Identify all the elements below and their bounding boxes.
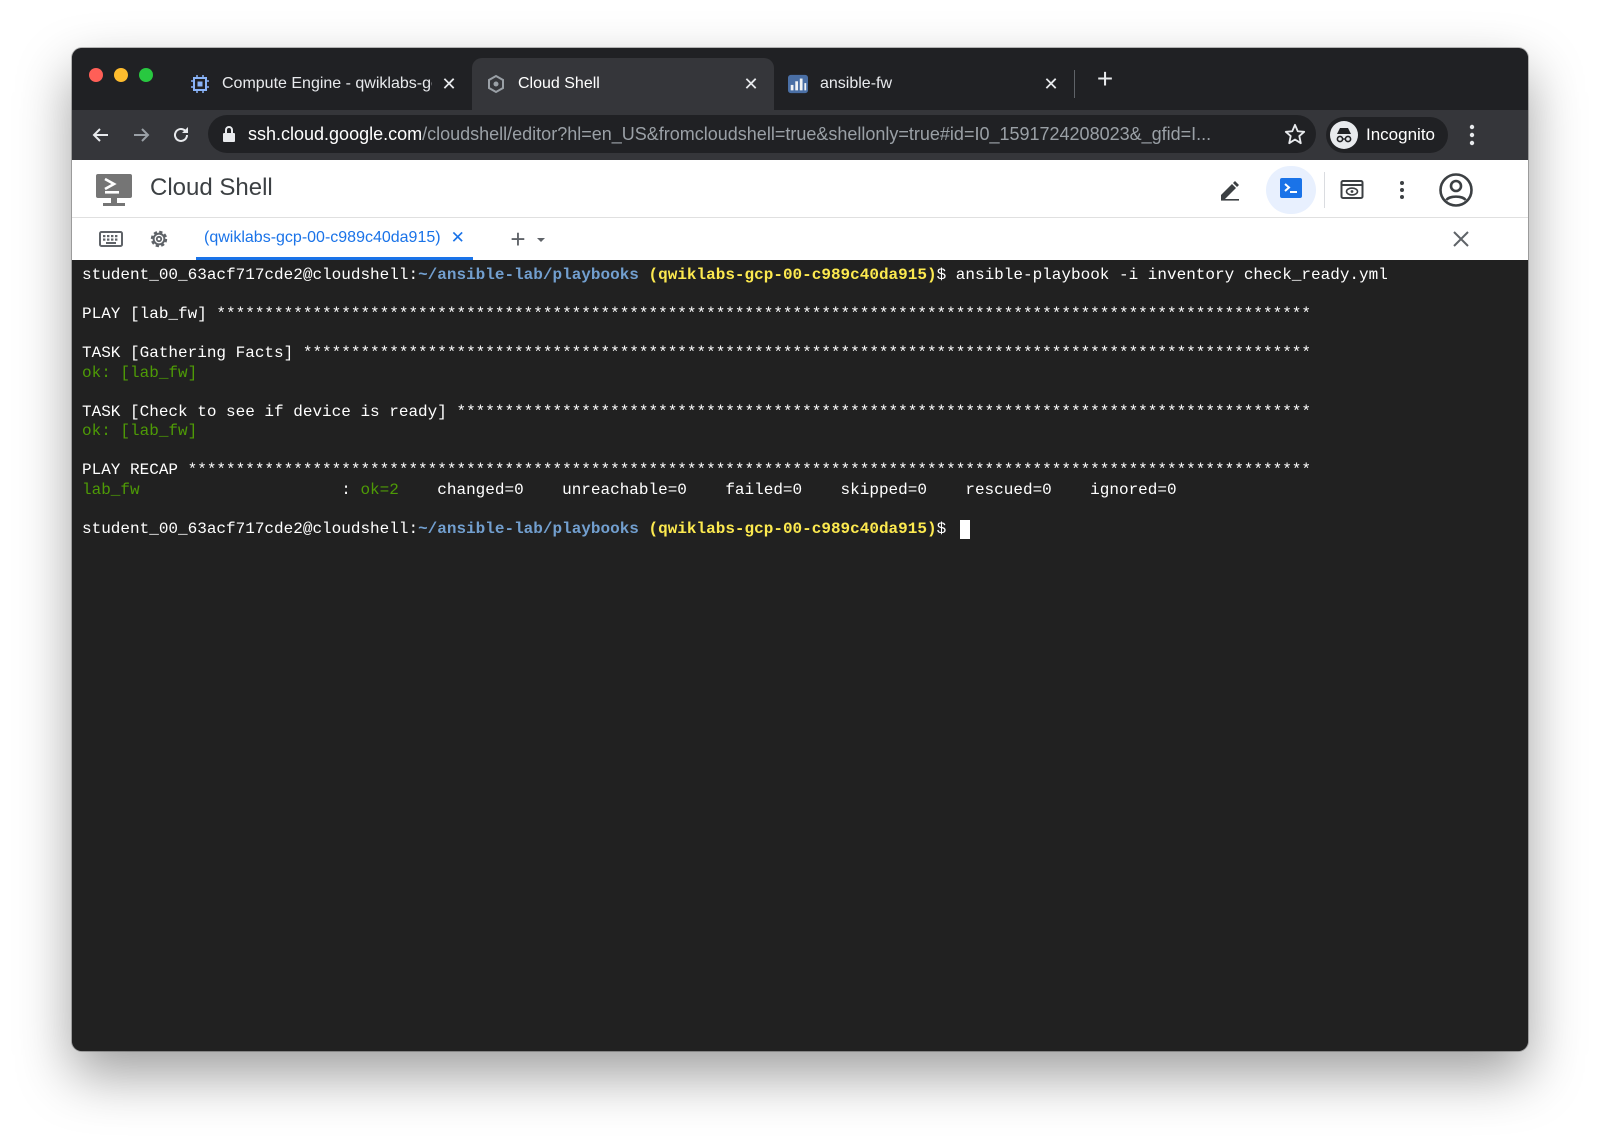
web-preview-icon[interactable] — [1334, 172, 1370, 208]
command-line: student_00_63acf717cde2@cloudshell:~/ans… — [82, 266, 1516, 286]
prompt-path: ~/ansible-lab/playbooks — [418, 519, 639, 538]
keyboard-icon[interactable] — [98, 226, 124, 252]
prompt-project: (qwiklabs-gcp-00-c989c40da915) — [648, 266, 937, 284]
prompt-user: student_00_63acf717cde2@cloudshell: — [82, 266, 419, 284]
browser-tab-cloud-shell[interactable]: Cloud Shell ✕ — [472, 58, 774, 110]
forward-arrow-icon[interactable] — [126, 120, 156, 150]
close-window-button[interactable] — [89, 68, 103, 82]
prompt-path: ~/ansible-lab/playbooks — [418, 266, 639, 284]
close-tab-icon[interactable]: ✕ — [440, 75, 458, 93]
recap-host: lab_fw — [82, 480, 140, 499]
add-session-button[interactable]: + — [506, 226, 530, 252]
browser-menu-icon[interactable] — [1460, 122, 1484, 148]
gear-icon[interactable] — [146, 226, 172, 252]
tab-title: Compute Engine - qwiklabs-gc — [222, 75, 432, 92]
recap-stats: changed=0 unreachable=0 failed=0 skipped… — [398, 480, 1177, 499]
task-result: ok: [lab_fw] — [82, 363, 198, 382]
terminal-mode-button[interactable] — [1266, 166, 1316, 214]
terminal-cursor — [959, 519, 970, 539]
bookmark-star-icon[interactable] — [1280, 123, 1310, 145]
edit-pencil-icon[interactable] — [1212, 172, 1248, 208]
url-host: ssh.cloud.google.com — [248, 123, 423, 144]
task-header: TASK [Gathering Facts] *****************… — [82, 344, 1311, 362]
task-header: TASK [Check to see if device is ready] *… — [82, 402, 1311, 421]
browser-window: Compute Engine - qwiklabs-gc ✕ Cloud She… — [72, 48, 1528, 1051]
prompt-line: student_00_63acf717cde2@cloudshell:~/ans… — [82, 519, 1516, 540]
recap-ok: ok=2 — [360, 480, 399, 499]
cloud-shell-logo-icon — [94, 172, 134, 208]
recap-header: PLAY RECAP *****************************… — [82, 461, 1311, 479]
incognito-icon — [1330, 121, 1358, 149]
tab-title: Cloud Shell — [518, 75, 600, 92]
session-tab-label: (qwiklabs-gcp-00-c989c40da915) — [204, 228, 441, 246]
ansible-fw-chart-icon — [788, 74, 808, 94]
account-avatar-icon[interactable] — [1436, 170, 1476, 210]
zoom-window-button[interactable] — [139, 68, 153, 82]
new-tab-button[interactable]: + — [1090, 64, 1120, 94]
close-session-icon[interactable]: ✕ — [451, 228, 465, 248]
close-tab-icon[interactable]: ✕ — [742, 75, 760, 93]
minimize-window-button[interactable] — [114, 68, 128, 82]
cloudshell-title: Cloud Shell — [150, 174, 273, 201]
address-bar[interactable]: ssh.cloud.google.com/cloudshell/editor?h… — [208, 115, 1316, 153]
back-arrow-icon[interactable] — [86, 120, 116, 150]
compute-engine-chip-icon — [190, 74, 210, 94]
browser-titlebar: Compute Engine - qwiklabs-gc ✕ Cloud She… — [72, 48, 1528, 110]
task-result: ok: [lab_fw] — [82, 422, 198, 440]
url-text: ssh.cloud.google.com/cloudshell/editor?h… — [248, 124, 1280, 145]
cloudshell-tab-bar: (qwiklabs-gcp-00-c989c40da915) ✕ + — [72, 218, 1528, 260]
incognito-label: Incognito — [1366, 125, 1435, 144]
tab-separator — [1074, 70, 1075, 98]
cloud-shell-hex-icon — [486, 74, 506, 94]
prompt-symbol: $ — [936, 266, 956, 284]
recap-line: lab_fw : ok=2 changed=0 unreachable=0 fa… — [82, 481, 1516, 501]
lock-icon — [222, 125, 236, 143]
url-path: /cloudshell/editor?hl=en_US&fromcloudshe… — [422, 123, 1212, 144]
tab-title: ansible-fw — [820, 75, 893, 92]
prompt-user: student_00_63acf717cde2@cloudshell: — [82, 519, 419, 538]
more-options-icon[interactable] — [1384, 172, 1420, 208]
header-divider — [1324, 172, 1325, 208]
browser-toolbar: ssh.cloud.google.com/cloudshell/editor?h… — [72, 110, 1528, 160]
play-header: PLAY [lab_fw] **************************… — [82, 305, 1311, 323]
browser-tab-ansible-fw[interactable]: ansible-fw ✕ — [774, 58, 1074, 110]
close-icon[interactable] — [1448, 226, 1474, 252]
cloudshell-header: Cloud Shell — [72, 160, 1528, 218]
command-text: ansible-playbook -i inventory check_read… — [955, 266, 1388, 284]
chevron-down-icon[interactable] — [534, 229, 548, 249]
reload-icon[interactable] — [166, 120, 196, 150]
prompt-symbol: $ — [936, 519, 956, 538]
incognito-indicator[interactable]: Incognito — [1326, 117, 1448, 153]
terminal-icon — [1280, 177, 1302, 203]
browser-tab-compute-engine[interactable]: Compute Engine - qwiklabs-gc ✕ — [176, 58, 472, 110]
close-tab-icon[interactable]: ✕ — [1042, 75, 1060, 93]
recap-separator: : — [139, 480, 361, 499]
prompt-project: (qwiklabs-gcp-00-c989c40da915) — [648, 519, 937, 538]
terminal-output[interactable]: student_00_63acf717cde2@cloudshell:~/ans… — [72, 260, 1528, 1051]
terminal-session-tab[interactable]: (qwiklabs-gcp-00-c989c40da915) ✕ — [196, 218, 473, 260]
